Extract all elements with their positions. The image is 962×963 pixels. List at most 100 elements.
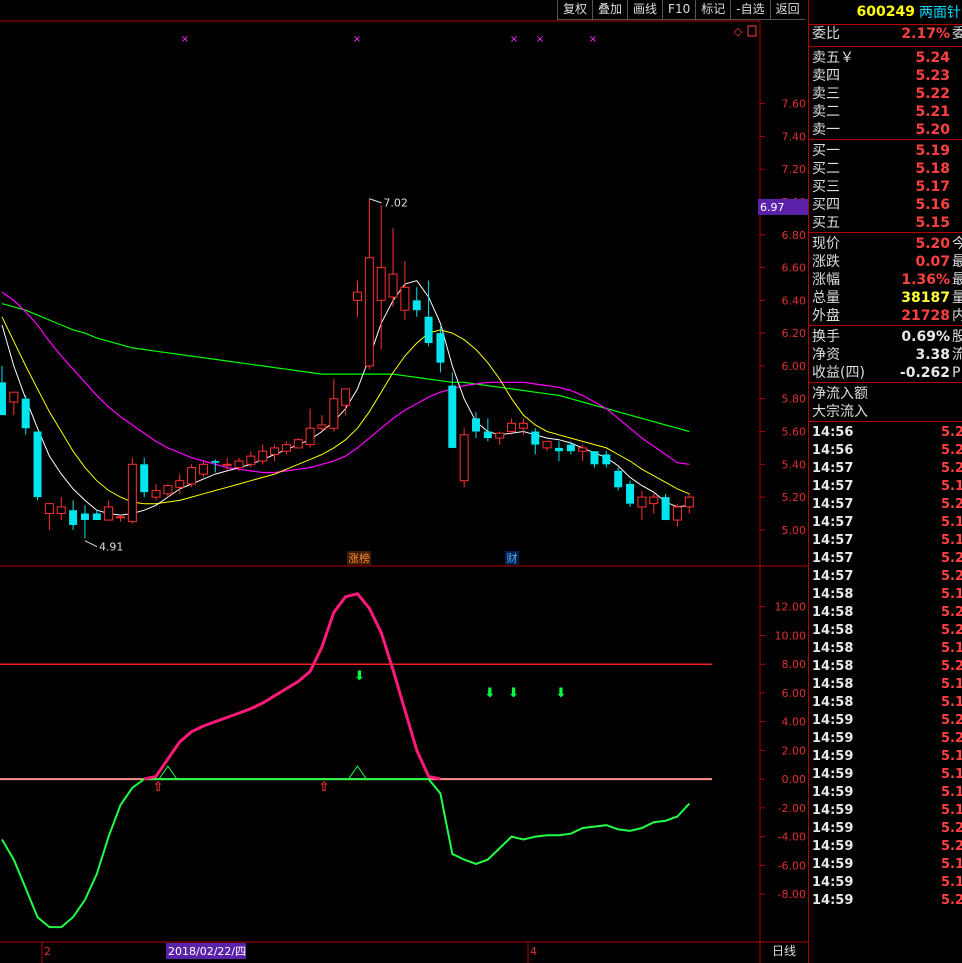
weibi-ext: 委 <box>952 26 962 42</box>
stat-row: 总量 38187 量 <box>809 289 962 307</box>
stat-row-label: 现价 <box>812 236 840 252</box>
tick-price: 5.2 <box>941 623 962 638</box>
stat-row-value: -0.262 <box>899 365 950 381</box>
ask-row: 卖三 5.22 <box>809 85 962 103</box>
ask-row-value: 5.21 <box>915 104 950 120</box>
tick-price: 5.1 <box>941 479 962 494</box>
candle-body-up <box>684 496 694 508</box>
tick-row: 14:58 5.2 <box>809 658 962 676</box>
low-pointer <box>84 540 98 548</box>
tick-price: 5.1 <box>941 857 962 872</box>
sell-arrow-icon: ⬇ <box>484 686 495 701</box>
remove-watchlist-button[interactable]: -自选 <box>730 0 770 20</box>
indicator-tick-label: 8.00 <box>782 658 807 671</box>
price-tick-label: 6.80 <box>782 229 807 242</box>
period-label: 日线 <box>772 944 796 958</box>
bid-row-label: 买二 <box>812 161 840 177</box>
tick-time: 14:58 <box>812 659 854 674</box>
flow-label: 净流入额 <box>812 386 868 402</box>
weibi-value: 2.17% <box>901 26 950 42</box>
high-label: 7.02 <box>383 197 408 210</box>
candle-body-up <box>198 463 208 475</box>
bid-book: 买一 5.19 买二 5.18 买三 5.17 买四 5.16 买五 5.15 <box>809 140 962 233</box>
tick-price: 5.2 <box>941 605 962 620</box>
candle-body-down <box>424 316 433 343</box>
candle-body-up <box>672 506 682 521</box>
stat-row: 涨幅 1.36% 最 <box>809 271 962 289</box>
stat-row-label: 涨跌 <box>812 254 840 270</box>
indicator-tick-label: 4.00 <box>782 716 807 729</box>
bid-row-value: 5.17 <box>915 179 950 195</box>
kline-chart[interactable]: 7.607.407.207.006.806.606.406.206.005.80… <box>0 0 808 963</box>
tick-row: 14:57 5.1 <box>809 478 962 496</box>
candle-body-down <box>140 464 149 493</box>
tick-time: 14:57 <box>812 569 854 584</box>
draw-line-button[interactable]: 画线 <box>627 0 663 20</box>
tick-row: 14:58 5.2 <box>809 604 962 622</box>
indicator-tick-label: -4.00 <box>778 831 806 844</box>
candle-body-up <box>246 455 256 465</box>
tick-row: 14:59 5.1 <box>809 748 962 766</box>
candle-body-down <box>566 444 575 452</box>
bid-row-value: 5.15 <box>915 215 950 231</box>
candle-body-down <box>436 333 445 363</box>
price-tick-label: 7.20 <box>782 163 807 176</box>
candle-body-up <box>234 460 244 469</box>
tick-price: 5.2 <box>941 731 962 746</box>
tick-time: 14:59 <box>812 857 854 872</box>
stat-row-value: 38187 <box>901 290 950 306</box>
tick-price: 5.2 <box>941 839 962 854</box>
weibi-label: 委比 <box>812 26 840 42</box>
tick-time: 14:57 <box>812 551 854 566</box>
indicator-tick-label: 12.00 <box>775 601 807 614</box>
restore-rights-button[interactable]: 复权 <box>557 0 593 20</box>
overlay-button[interactable]: 叠加 <box>592 0 628 20</box>
stat-row-ext: 量 <box>952 290 962 306</box>
tick-time: 14:58 <box>812 695 854 710</box>
candle-body-up <box>305 427 315 446</box>
f10-button[interactable]: F10 <box>662 0 696 20</box>
candle-body-down <box>21 398 30 429</box>
tick-time: 14:59 <box>812 893 854 908</box>
signal-marker: × <box>181 34 189 45</box>
sell-arrow-icon: ⬇ <box>508 686 519 701</box>
candle-body-up <box>163 485 173 495</box>
date-label: 4 <box>530 945 537 958</box>
tick-row: 14:57 5.2 <box>809 496 962 514</box>
signal-marker: × <box>510 34 518 45</box>
mark-button[interactable]: 标记 <box>695 0 731 20</box>
tick-price: 5.1 <box>941 875 962 890</box>
tick-row: 14:57 5.2 <box>809 568 962 586</box>
stat-row-ext: 今 <box>952 236 962 252</box>
tick-row: 14:58 5.1 <box>809 586 962 604</box>
back-button[interactable]: 返回 <box>769 0 805 20</box>
tick-price: 5.1 <box>941 785 962 800</box>
tick-price: 5.2 <box>941 713 962 728</box>
tick-row: 14:59 5.1 <box>809 874 962 892</box>
tick-row: 14:58 5.1 <box>809 676 962 694</box>
tick-row: 14:56 5.2 <box>809 424 962 442</box>
candle-body-down <box>92 513 101 521</box>
signal-marker: × <box>589 34 597 45</box>
tick-time: 14:58 <box>812 605 854 620</box>
candle-body-up <box>329 398 339 429</box>
tick-price: 5.2 <box>941 425 962 440</box>
stat-row-ext: 流 <box>952 347 962 363</box>
price-tick-label: 6.40 <box>782 294 807 307</box>
tick-price: 5.1 <box>941 803 962 818</box>
candle-body-up <box>317 424 327 429</box>
stat-row-label: 外盘 <box>812 308 840 324</box>
candle-body-up <box>116 516 125 519</box>
candle-body-down <box>472 418 480 432</box>
indicator-tick-label: 10.00 <box>775 629 807 642</box>
candle-body-up <box>495 432 505 439</box>
price-tick-label: 5.20 <box>782 491 807 504</box>
indicator-tick-label: -6.00 <box>778 859 806 872</box>
stock-name[interactable]: 两面针 <box>919 2 961 22</box>
candle-body-up <box>353 291 362 301</box>
tick-price: 5.1 <box>941 515 962 530</box>
tick-time: 14:59 <box>812 875 854 890</box>
tick-list[interactable]: 14:56 5.2 14:56 5.2 14:57 5.2 14:57 5.1 14:57 5.2… <box>809 422 962 910</box>
tick-time: 14:59 <box>812 821 854 836</box>
price-tick-label: 5.40 <box>782 458 807 471</box>
